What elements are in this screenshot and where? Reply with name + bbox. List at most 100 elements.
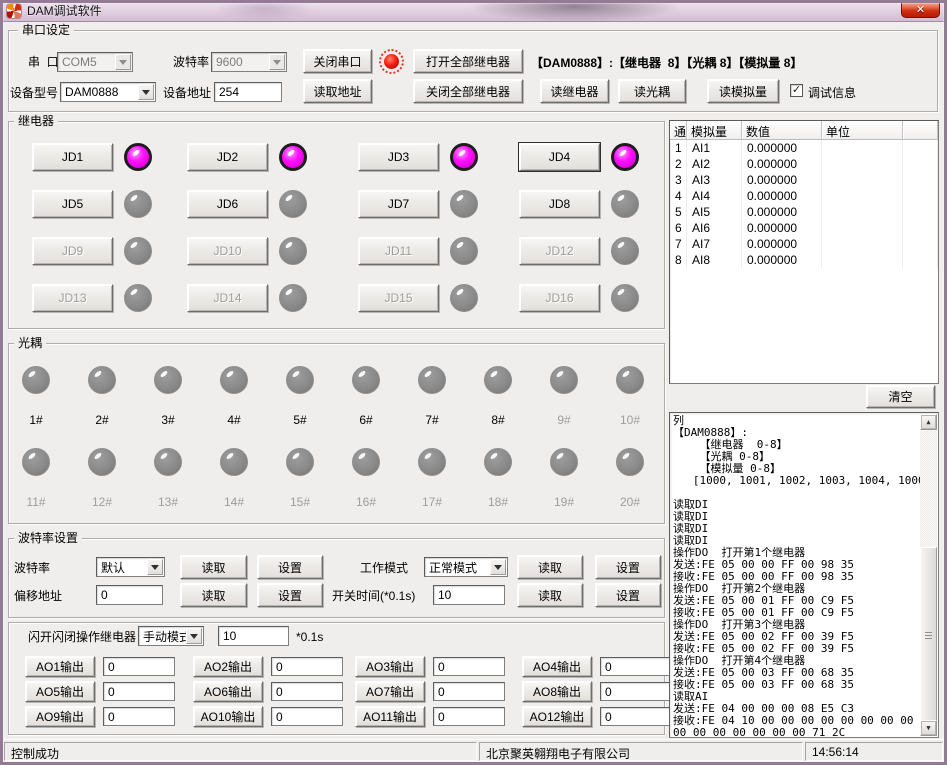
scroll-up-button[interactable]: ▲ — [920, 414, 937, 430]
table-row[interactable]: 2 AI2 0.000000 — [670, 156, 938, 172]
debug-info-checkbox[interactable]: ✓ — [790, 84, 803, 97]
ao-value-input[interactable]: 0 — [433, 682, 505, 701]
dropdown-arrow-icon[interactable] — [115, 54, 131, 70]
relay-button[interactable]: JD2 — [187, 143, 268, 171]
analog-table-header-cell[interactable]: 数值 — [742, 121, 822, 139]
clear-log-button[interactable]: 清空 — [866, 385, 935, 408]
switch-time-input[interactable]: 10 — [433, 585, 505, 605]
ao-output-button[interactable]: AO12输出 — [522, 706, 592, 727]
model-select[interactable]: DAM0888 — [60, 82, 156, 102]
offset-read-button[interactable]: 读取 — [180, 583, 247, 607]
value-cell: 0.000000 — [742, 156, 822, 172]
channel-cell: 6 — [670, 220, 687, 236]
read-addr-button[interactable]: 读取地址 — [303, 79, 372, 103]
relay-button[interactable]: JD6 — [187, 190, 268, 218]
device-addr-input[interactable]: 254 — [214, 82, 282, 102]
ao-value-input[interactable]: 0 — [433, 707, 505, 726]
glass-smudge — [470, 0, 680, 22]
relay-button[interactable]: JD12 — [519, 237, 600, 265]
read-relay-button[interactable]: 读继电器 — [540, 79, 609, 103]
close-all-relays-button[interactable]: 关闭全部继电器 — [413, 79, 523, 103]
relay-button[interactable]: JD5 — [32, 190, 113, 218]
relay-button[interactable]: JD9 — [32, 237, 113, 265]
relay-button[interactable]: JD11 — [358, 237, 439, 265]
ao-output-button[interactable]: AO9输出 — [25, 706, 95, 727]
relay-button[interactable]: JD1 — [32, 143, 113, 171]
dropdown-arrow-icon[interactable] — [147, 559, 163, 575]
offset-addr-input[interactable]: 0 — [96, 585, 163, 605]
ao-output-button[interactable]: AO10输出 — [193, 706, 263, 727]
table-row[interactable]: 6 AI6 0.000000 — [670, 220, 938, 236]
ao-value-input[interactable]: 0 — [271, 657, 343, 676]
ao-value-input[interactable]: 0 — [271, 707, 343, 726]
ao-value-input[interactable]: 0 — [103, 707, 175, 726]
value-cell: 0.000000 — [742, 172, 822, 188]
close-serial-button[interactable]: 关闭串口 — [303, 49, 372, 73]
relay-button[interactable]: JD14 — [187, 284, 268, 312]
ao-output-button[interactable]: AO4输出 — [522, 656, 592, 677]
relay-button[interactable]: JD15 — [358, 284, 439, 312]
ao-value-input[interactable]: 0 — [600, 682, 672, 701]
baud-set-select[interactable]: 默认 — [96, 557, 165, 577]
title-bar[interactable]: DAM调试软件 — [0, 0, 947, 22]
analog-table-header-cell[interactable]: 单位 — [822, 121, 903, 139]
offset-set-button[interactable]: 设置 — [257, 583, 323, 607]
table-row[interactable]: 8 AI8 0.000000 — [670, 252, 938, 268]
table-row[interactable]: 3 AI3 0.000000 — [670, 172, 938, 188]
flash-mode-select[interactable]: 手动模式 — [138, 626, 204, 646]
ao-value-input[interactable]: 0 — [271, 682, 343, 701]
relay-button[interactable]: JD3 — [358, 143, 439, 171]
ao-output-button[interactable]: AO1输出 — [25, 656, 95, 677]
open-all-relays-button[interactable]: 打开全部继电器 — [413, 49, 523, 73]
table-row[interactable]: 4 AI4 0.000000 — [670, 188, 938, 204]
dropdown-arrow-icon[interactable] — [490, 559, 506, 575]
read-analog-button[interactable]: 读模拟量 — [707, 79, 779, 103]
ao-value-input[interactable]: 0 — [103, 682, 175, 701]
log-scrollbar[interactable]: ▲ ▼ — [920, 414, 937, 736]
baud-read-button[interactable]: 读取 — [180, 555, 247, 579]
table-row[interactable]: 1 AI1 0.000000 — [670, 140, 938, 156]
ao-output-button[interactable]: AO7输出 — [355, 681, 425, 702]
analog-table-header-cell[interactable]: 模拟量 — [687, 121, 742, 139]
ao-value-input[interactable]: 0 — [433, 657, 505, 676]
ao-output-button[interactable]: AO8输出 — [522, 681, 592, 702]
dropdown-arrow-icon[interactable] — [138, 84, 154, 100]
switch-time-set-button[interactable]: 设置 — [595, 583, 661, 607]
ao-output-button[interactable]: AO5输出 — [25, 681, 95, 702]
relay-button[interactable]: JD13 — [32, 284, 113, 312]
work-mode-set-button[interactable]: 设置 — [595, 555, 661, 579]
analog-table-header-cell[interactable]: 通 — [670, 121, 687, 139]
ao-value-input[interactable]: 0 — [103, 657, 175, 676]
work-mode-read-button[interactable]: 读取 — [517, 555, 583, 579]
ao-value-input[interactable]: 0 — [600, 657, 672, 676]
ao-output-button[interactable]: AO3输出 — [355, 656, 425, 677]
switch-time-read-button[interactable]: 读取 — [517, 583, 583, 607]
relay-button[interactable]: JD7 — [358, 190, 439, 218]
relay-button[interactable]: JD10 — [187, 237, 268, 265]
flash-time-input[interactable]: 10 — [218, 626, 289, 646]
baud-set-button[interactable]: 设置 — [257, 555, 323, 579]
ao-value-input[interactable]: 0 — [600, 707, 672, 726]
port-select[interactable]: COM5 — [57, 52, 133, 72]
close-button[interactable]: ✕ — [901, 1, 940, 18]
ao-output-button[interactable]: AO6输出 — [193, 681, 263, 702]
table-row[interactable]: 7 AI7 0.000000 — [670, 236, 938, 252]
status-time: 14:56:14 — [805, 742, 943, 761]
analog-table-header-cell[interactable] — [903, 121, 938, 139]
relay-button[interactable]: JD4 — [519, 143, 600, 171]
dropdown-arrow-icon[interactable] — [269, 54, 285, 70]
relay-led — [279, 190, 307, 218]
table-row[interactable]: 5 AI5 0.000000 — [670, 204, 938, 220]
baud-select[interactable]: 9600 — [211, 52, 287, 72]
scroll-up-icon: ▲ — [926, 416, 930, 428]
scroll-down-button[interactable]: ▼ — [920, 720, 937, 736]
scroll-thumb[interactable] — [920, 547, 937, 725]
relay-button[interactable]: JD16 — [519, 284, 600, 312]
ao-output-button[interactable]: AO11输出 — [355, 706, 425, 727]
dropdown-arrow-icon[interactable] — [186, 628, 202, 644]
relay-button[interactable]: JD8 — [519, 190, 600, 218]
read-opto-button[interactable]: 读光耦 — [618, 79, 686, 103]
work-mode-select[interactable]: 正常模式 — [424, 557, 508, 577]
opto-channel-label: 3# — [148, 413, 188, 427]
ao-output-button[interactable]: AO2输出 — [193, 656, 263, 677]
